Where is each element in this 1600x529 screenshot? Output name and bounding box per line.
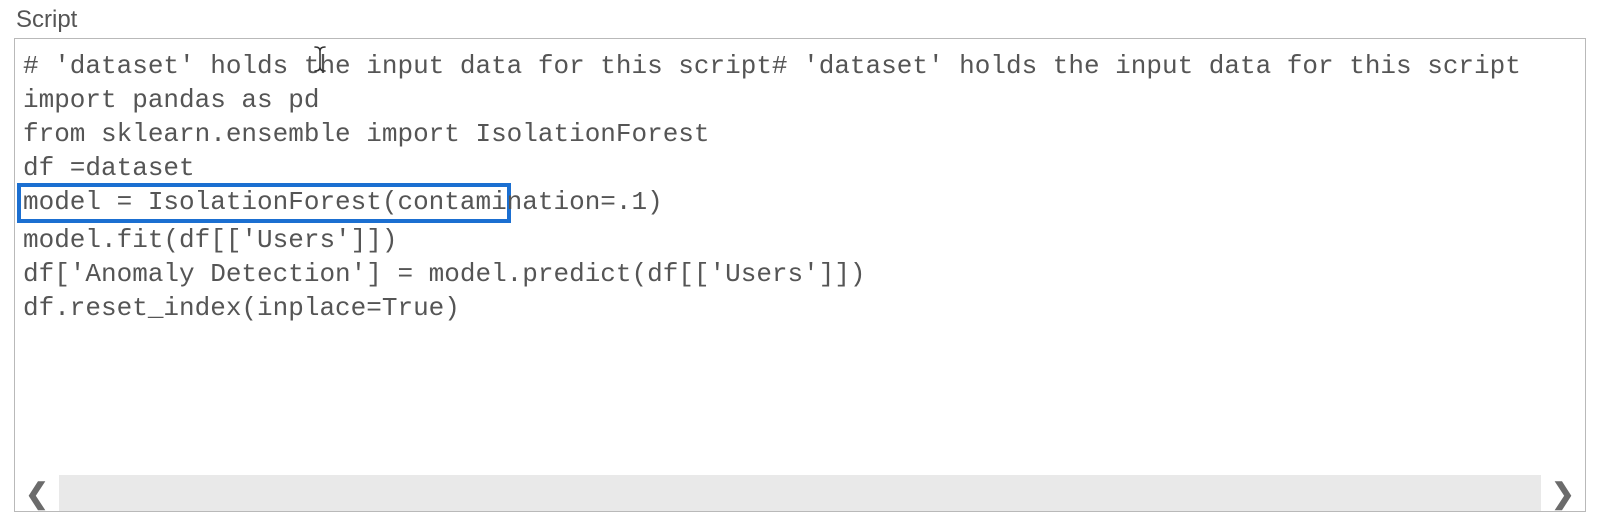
horizontal-scrollbar[interactable]: ❮ ❯: [15, 475, 1585, 511]
script-editor-frame: # 'dataset' holds the input data for thi…: [14, 38, 1586, 512]
code-line: import pandas as pd: [23, 83, 1577, 117]
highlighted-line-wrap: model = IsolationForest(contamination=.1…: [23, 185, 1577, 223]
code-line: model.fit(df[['Users']]): [23, 223, 1577, 257]
code-line: model = IsolationForest(contamination=.1…: [23, 185, 1577, 219]
code-line: df.reset_index(inplace=True): [23, 291, 1577, 325]
code-line: df =dataset: [23, 151, 1577, 185]
scroll-left-button[interactable]: ❮: [15, 475, 59, 511]
scrollbar-track[interactable]: [59, 475, 1541, 511]
chevron-left-icon: ❮: [25, 477, 48, 510]
scroll-right-button[interactable]: ❯: [1541, 475, 1585, 511]
code-line: # 'dataset' holds the input data for thi…: [23, 49, 1577, 83]
chevron-right-icon: ❯: [1551, 477, 1574, 510]
script-editor[interactable]: # 'dataset' holds the input data for thi…: [15, 39, 1585, 475]
script-panel: Script # 'dataset' holds the input data …: [0, 0, 1600, 529]
code-line: from sklearn.ensemble import IsolationFo…: [23, 117, 1577, 151]
code-line: df['Anomaly Detection'] = model.predict(…: [23, 257, 1577, 291]
panel-title: Script: [16, 6, 1586, 34]
